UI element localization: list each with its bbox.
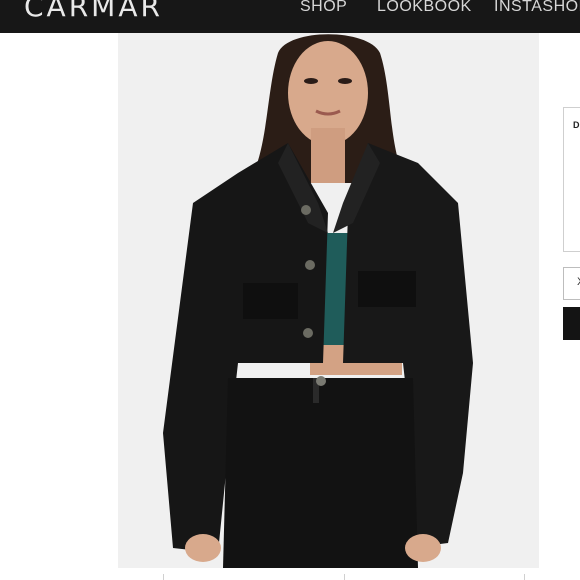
product-details-panel: D — [563, 107, 580, 252]
thumbnail-divider — [163, 574, 164, 580]
details-label: D — [573, 120, 580, 130]
thumbnail-strip — [0, 572, 580, 580]
nav-shop[interactable]: SHOP — [300, 0, 347, 17]
nav-instashop[interactable]: INSTASHOP — [494, 0, 580, 17]
add-to-cart-button[interactable] — [563, 307, 580, 340]
product-image[interactable] — [118, 33, 539, 568]
site-header: CARMAR SHOP LOOKBOOK INSTASHOP — [0, 0, 580, 33]
product-photo-illustration — [118, 33, 539, 568]
nav-lookbook[interactable]: LOOKBOOK — [377, 0, 472, 17]
size-select[interactable]: X — [563, 267, 580, 300]
thumbnail-divider — [524, 574, 525, 580]
thumbnail-divider — [344, 574, 345, 580]
site-logo[interactable]: CARMAR — [24, 0, 163, 23]
